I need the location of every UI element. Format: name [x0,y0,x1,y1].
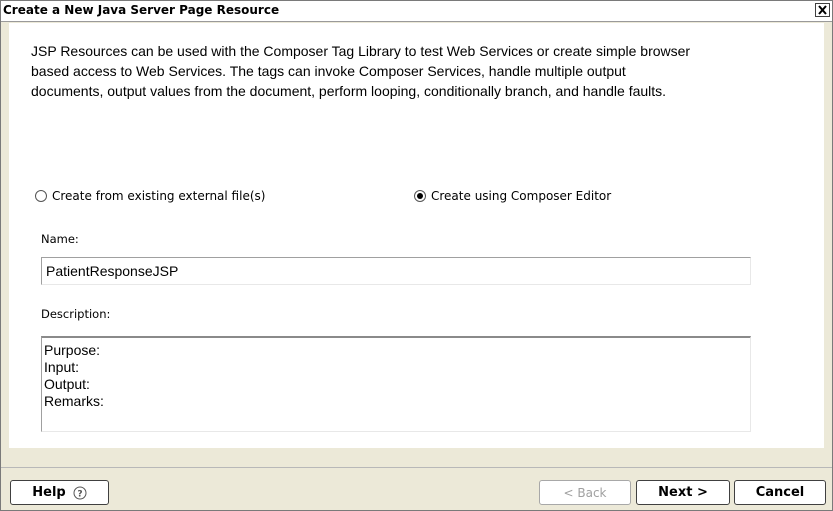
intro-line: documents, output values from the docume… [31,83,667,99]
intro-line: JSP Resources can be used with the Compo… [31,43,691,59]
name-input[interactable]: PatientResponseJSP [41,257,751,285]
help-question-icon: ? [73,486,87,499]
radio-label: Create from existing external file(s) [52,189,266,203]
dialog-window: Create a New Java Server Page Resource J… [0,0,833,511]
radio-selected-icon[interactable] [414,190,426,202]
cancel-button[interactable]: Cancel [734,480,826,505]
radio-create-from-external[interactable]: Create from existing external file(s) [35,187,265,205]
back-button[interactable]: < Back [539,480,631,505]
name-label: Name: [41,232,79,246]
svg-text:?: ? [77,489,82,499]
description-label: Description: [41,307,111,321]
help-button[interactable]: Help ? [10,480,109,505]
radio-create-using-editor[interactable]: Create using Composer Editor [414,187,611,205]
description-line: Remarks: [44,393,104,409]
close-icon [818,5,827,15]
description-line: Output: [44,376,90,392]
description-textarea[interactable]: Purpose: Input: Output: Remarks: [41,336,751,432]
title-bar: Create a New Java Server Page Resource [1,1,832,22]
close-button[interactable] [815,3,830,17]
help-button-label: Help [32,485,66,500]
next-button[interactable]: Next > [636,480,730,505]
description-line: Purpose: [44,342,101,358]
description-line: Input: [44,359,80,375]
dialog-title: Create a New Java Server Page Resource [3,3,280,17]
intro-line: based access to Web Services. The tags c… [31,63,626,79]
radio-label: Create using Composer Editor [431,189,612,203]
divider [1,467,832,468]
intro-text: JSP Resources can be used with the Compo… [31,41,811,101]
content-panel: JSP Resources can be used with the Compo… [9,23,824,448]
name-value: PatientResponseJSP [46,263,179,279]
radio-unselected-icon[interactable] [35,190,47,202]
